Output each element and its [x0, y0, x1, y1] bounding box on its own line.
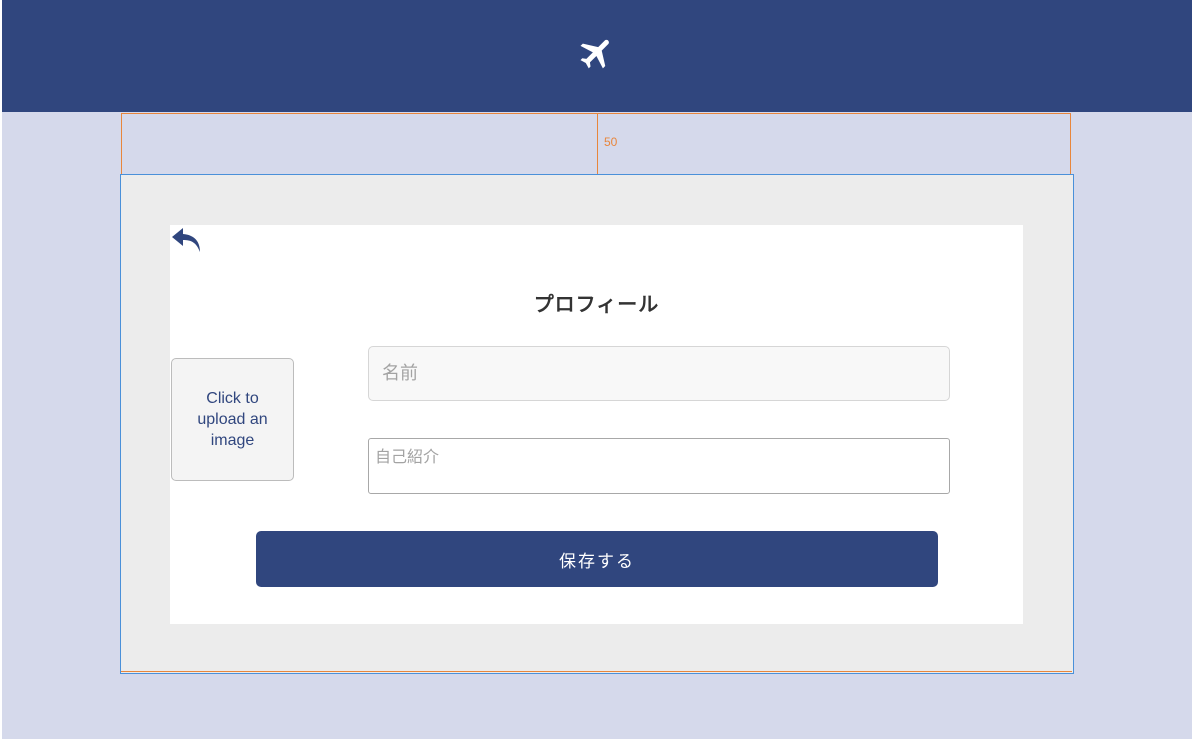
page-title: プロフィール — [533, 292, 660, 316]
airplane-icon — [577, 33, 617, 73]
image-upload-button[interactable]: Click to upload an image — [171, 358, 294, 481]
back-arrow-icon[interactable] — [170, 225, 204, 255]
margin-guide-box — [121, 113, 1071, 174]
margin-guide-line — [597, 113, 598, 174]
name-input[interactable] — [368, 346, 950, 401]
bio-textarea[interactable] — [368, 438, 950, 494]
frame-guide-line — [121, 671, 1072, 672]
upload-label: Click to upload an image — [197, 390, 268, 449]
save-button[interactable]: 保存する — [256, 531, 938, 587]
margin-guide-label: 50 — [604, 135, 618, 149]
